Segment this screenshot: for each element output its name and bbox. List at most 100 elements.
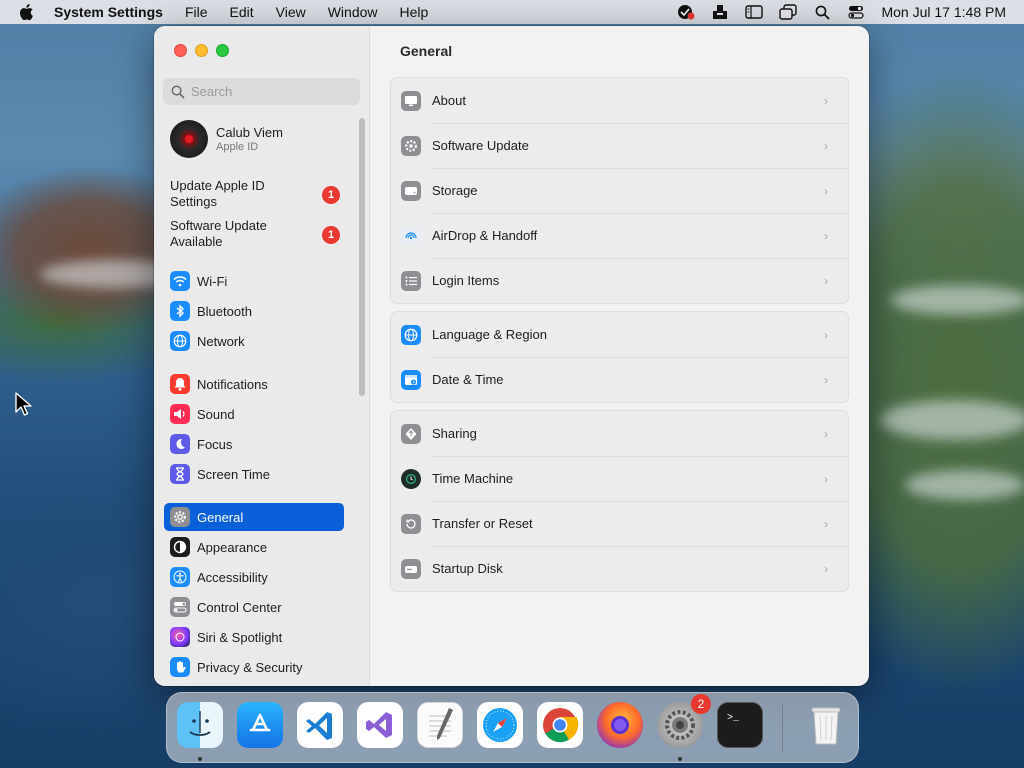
- row-time-machine[interactable]: Time Machine ›: [391, 456, 848, 501]
- running-indicator: [678, 757, 682, 761]
- terminal-icon[interactable]: >_: [717, 702, 763, 748]
- menu-edit[interactable]: Edit: [230, 4, 254, 20]
- row-label: About: [432, 93, 466, 108]
- sidebar-item-accessibility[interactable]: Accessibility: [164, 563, 344, 591]
- search-icon: [171, 85, 185, 99]
- row-airdrop-handoff[interactable]: AirDrop & Handoff ›: [391, 213, 848, 258]
- row-sharing[interactable]: Sharing ›: [391, 411, 848, 456]
- globe-icon: [401, 324, 421, 345]
- sidebar-item-label: Appearance: [197, 539, 268, 555]
- svg-text:>_: >_: [727, 713, 740, 724]
- notification-badge: 1: [322, 186, 340, 204]
- sidebar-item-label: Bluetooth: [197, 303, 252, 319]
- close-window-button[interactable]: [174, 44, 187, 57]
- page-title: General: [400, 43, 453, 59]
- notification-badge: 1: [322, 226, 340, 244]
- row-transfer-reset[interactable]: Transfer or Reset ›: [391, 501, 848, 546]
- chevron-right-icon: ›: [824, 93, 828, 108]
- speaker-icon: [170, 404, 190, 424]
- safari-icon[interactable]: [477, 702, 523, 748]
- sidebar-item-bluetooth[interactable]: Bluetooth: [164, 297, 344, 325]
- row-startup-disk[interactable]: Startup Disk ›: [391, 546, 848, 591]
- time-machine-icon: [401, 468, 421, 489]
- menu-help[interactable]: Help: [400, 4, 429, 20]
- vscode-icon[interactable]: [297, 702, 343, 748]
- zoom-window-button[interactable]: [216, 44, 229, 57]
- menu-file[interactable]: File: [185, 4, 208, 20]
- firefox-icon[interactable]: [597, 702, 643, 748]
- system-settings-icon[interactable]: 2: [657, 694, 711, 748]
- menubar-clock[interactable]: Mon Jul 17 1:48 PM: [881, 4, 1006, 20]
- sidebar-item-label: Sound: [197, 406, 235, 422]
- row-date-time[interactable]: Date & Time ›: [391, 357, 848, 402]
- trash-icon[interactable]: [803, 702, 849, 748]
- row-about[interactable]: About ›: [391, 78, 848, 123]
- sidebar-item-appearance[interactable]: Appearance: [164, 533, 344, 561]
- row-login-items[interactable]: Login Items ›: [391, 258, 848, 303]
- gear-badge-icon: [401, 135, 421, 156]
- wifi-icon: [170, 271, 190, 291]
- sidebar-item-label: Notifications: [197, 376, 268, 392]
- menu-view[interactable]: View: [276, 4, 306, 20]
- row-label: Storage: [432, 183, 478, 198]
- dock-badge: 2: [691, 694, 711, 714]
- sidebar-item-notifications[interactable]: Notifications: [164, 370, 344, 398]
- sidebar-item-sound[interactable]: Sound: [164, 400, 344, 428]
- sidebar-item-privacy-security[interactable]: Privacy & Security: [164, 653, 344, 681]
- row-label: Date & Time: [432, 372, 504, 387]
- sidebar-item-focus[interactable]: Focus: [164, 430, 344, 458]
- menu-window[interactable]: Window: [328, 4, 378, 20]
- apple-logo-icon[interactable]: [18, 3, 36, 21]
- sidebar-item-label: Accessibility: [197, 569, 268, 585]
- airdrop-icon: [401, 225, 421, 246]
- wallpaper-cloud: [880, 400, 1024, 440]
- sidebar-item-control-center[interactable]: Control Center: [164, 593, 344, 621]
- sidebar-item-network[interactable]: Network: [164, 327, 344, 355]
- search-icon[interactable]: [811, 3, 833, 21]
- sidebar-list-icon[interactable]: [743, 3, 765, 21]
- general-group-locale: Language & Region › Date & Time ›: [390, 311, 849, 403]
- sidebar-item-general[interactable]: General: [164, 503, 344, 531]
- software-update-notice[interactable]: Software Update Available 1: [170, 218, 350, 250]
- menu-app-name[interactable]: System Settings: [54, 4, 163, 20]
- wallpaper-cloud: [890, 285, 1024, 315]
- minimize-window-button[interactable]: [195, 44, 208, 57]
- dock-separator: [782, 703, 783, 753]
- apple-id-account[interactable]: Calub Viem Apple ID: [170, 120, 283, 158]
- row-label: Startup Disk: [432, 561, 503, 576]
- row-software-update[interactable]: Software Update ›: [391, 123, 848, 168]
- visual-studio-icon[interactable]: [357, 702, 403, 748]
- textedit-icon[interactable]: [417, 702, 463, 748]
- window-stack-icon[interactable]: [777, 3, 799, 21]
- calendar-clock-icon: [401, 369, 421, 390]
- inbox-tray-icon[interactable]: [709, 3, 731, 21]
- sidebar-item-screen-time[interactable]: Screen Time: [164, 460, 344, 488]
- control-center-icon[interactable]: [845, 3, 867, 21]
- row-label: Language & Region: [432, 327, 547, 342]
- chevron-right-icon: ›: [824, 138, 828, 153]
- row-label: AirDrop & Handoff: [432, 228, 538, 243]
- sidebar-item-wifi[interactable]: Wi-Fi: [164, 267, 344, 295]
- window-controls: [174, 44, 229, 57]
- chevron-right-icon: ›: [824, 471, 828, 486]
- search-field[interactable]: [163, 78, 360, 105]
- chrome-icon[interactable]: [537, 702, 583, 748]
- row-storage[interactable]: Storage ›: [391, 168, 848, 213]
- bell-icon: [170, 374, 190, 394]
- sidebar: Calub Viem Apple ID Update Apple ID Sett…: [154, 26, 370, 686]
- app-store-icon[interactable]: [237, 702, 283, 748]
- finder-icon[interactable]: [177, 702, 223, 748]
- sidebar-item-siri-spotlight[interactable]: Siri & Spotlight: [164, 623, 344, 651]
- row-label: Transfer or Reset: [432, 516, 533, 531]
- update-apple-id-notice[interactable]: Update Apple ID Settings 1: [170, 178, 350, 210]
- search-input[interactable]: [191, 84, 351, 99]
- main-pane: General About › Software Update › Storag…: [370, 26, 869, 686]
- sidebar-item-label: Control Center: [197, 599, 282, 615]
- row-label: Login Items: [432, 273, 500, 288]
- row-label: Sharing: [432, 426, 477, 441]
- mouse-cursor-icon: [15, 392, 32, 416]
- security-icon[interactable]: [675, 3, 697, 21]
- menu-bar: System Settings File Edit View Window He…: [0, 0, 1024, 24]
- row-language-region[interactable]: Language & Region ›: [391, 312, 848, 357]
- hand-icon: [170, 657, 190, 677]
